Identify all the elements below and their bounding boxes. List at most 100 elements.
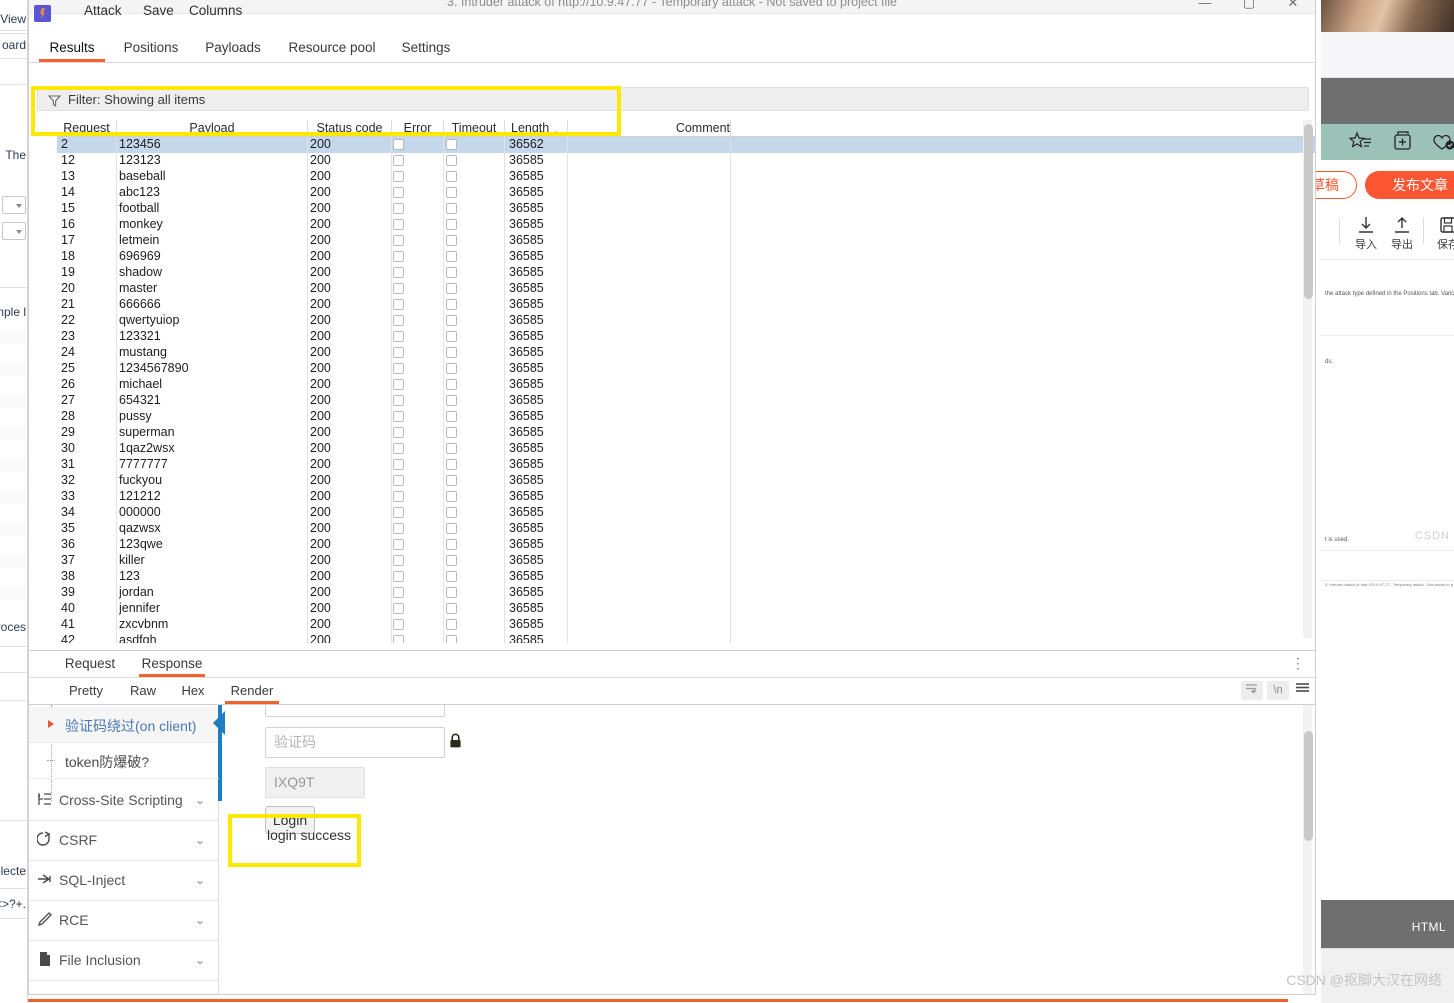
table-row[interactable]: 16 monkey 200 36585	[57, 217, 1315, 233]
table-row[interactable]: 24 mustang 200 36585	[57, 345, 1315, 361]
error-checkbox[interactable]	[393, 635, 404, 643]
tab-hex[interactable]: Hex	[171, 678, 215, 704]
col-header-error[interactable]: Error	[392, 120, 444, 137]
col-header-status-code[interactable]: Status code	[308, 120, 392, 137]
table-row[interactable]: 12 123123 200 36585	[57, 153, 1315, 169]
error-checkbox[interactable]	[393, 523, 404, 534]
table-row[interactable]: 41 zxcvbnm 200 36585	[57, 617, 1315, 633]
error-checkbox[interactable]	[393, 219, 404, 230]
bg-dropdown-1[interactable]	[2, 196, 26, 214]
menu-icon[interactable]	[1291, 681, 1313, 700]
wrap-lines-icon[interactable]	[1241, 681, 1263, 700]
table-row[interactable]: 2 123456 200 36562	[57, 137, 1315, 153]
error-checkbox[interactable]	[393, 459, 404, 470]
error-checkbox[interactable]	[393, 395, 404, 406]
col-header-payload[interactable]: Payload	[117, 120, 308, 137]
bg-dropdown-2[interactable]	[2, 222, 26, 240]
table-row[interactable]: 26 michael 200 36585	[57, 377, 1315, 393]
menu-attack[interactable]: Attack	[84, 3, 122, 18]
close-button[interactable]: ✕	[1271, 0, 1315, 14]
table-row[interactable]: 19 shadow 200 36585	[57, 265, 1315, 281]
error-checkbox[interactable]	[393, 139, 404, 150]
error-checkbox[interactable]	[393, 155, 404, 166]
table-row[interactable]: 23 123321 200 36585	[57, 329, 1315, 345]
error-checkbox[interactable]	[393, 299, 404, 310]
timeout-checkbox[interactable]	[446, 203, 457, 214]
timeout-checkbox[interactable]	[446, 475, 457, 486]
timeout-checkbox[interactable]	[446, 331, 457, 342]
table-row[interactable]: 13 baseball 200 36585	[57, 169, 1315, 185]
timeout-checkbox[interactable]	[446, 395, 457, 406]
nav-token-bruteforce[interactable]: token防爆破?	[29, 743, 219, 779]
tab-results[interactable]: Results	[39, 33, 105, 62]
table-row[interactable]: 18 696969 200 36585	[57, 249, 1315, 265]
timeout-checkbox[interactable]	[446, 187, 457, 198]
timeout-checkbox[interactable]	[446, 155, 457, 166]
error-checkbox[interactable]	[393, 347, 404, 358]
table-row[interactable]: 22 qwertyuiop 200 36585	[57, 313, 1315, 329]
captcha-input[interactable]: 验证码	[265, 727, 445, 758]
nav-group-xss[interactable]: Cross-Site Scripting ⌄	[29, 781, 219, 821]
timeout-checkbox[interactable]	[446, 235, 457, 246]
maximize-button[interactable]: ▢	[1227, 0, 1271, 14]
panel-options-icon[interactable]: ⋮	[1291, 655, 1305, 672]
table-row[interactable]: 38 123 200 36585	[57, 569, 1315, 585]
timeout-checkbox[interactable]	[446, 219, 457, 230]
tab-pretty[interactable]: Pretty	[57, 678, 115, 704]
render-scrollbar-thumb[interactable]	[1304, 731, 1313, 841]
error-checkbox[interactable]	[393, 203, 404, 214]
error-checkbox[interactable]	[393, 315, 404, 326]
save-draft-button[interactable]: 存草稿	[1316, 171, 1357, 199]
error-checkbox[interactable]	[393, 491, 404, 502]
timeout-checkbox[interactable]	[446, 379, 457, 390]
nav-captcha-bypass[interactable]: 验证码绕过(on client)	[29, 707, 219, 743]
error-checkbox[interactable]	[393, 475, 404, 486]
timeout-checkbox[interactable]	[446, 539, 457, 550]
table-row[interactable]: 21 666666 200 36585	[57, 297, 1315, 313]
tab-positions[interactable]: Positions	[113, 33, 189, 62]
error-checkbox[interactable]	[393, 539, 404, 550]
nav-group-file-inclusion[interactable]: File Inclusion ⌄	[29, 941, 219, 981]
timeout-checkbox[interactable]	[446, 267, 457, 278]
table-row[interactable]: 35 qazwsx 200 36585	[57, 521, 1315, 537]
table-row[interactable]: 37 killer 200 36585	[57, 553, 1315, 569]
nav-group-rce[interactable]: RCE ⌄	[29, 901, 219, 941]
timeout-checkbox[interactable]	[446, 459, 457, 470]
tab-response[interactable]: Response	[133, 651, 211, 677]
table-scrollbar-thumb[interactable]	[1304, 124, 1313, 299]
error-checkbox[interactable]	[393, 603, 404, 614]
table-row[interactable]: 25 1234567890 200 36585	[57, 361, 1315, 377]
table-row[interactable]: 33 121212 200 36585	[57, 489, 1315, 505]
error-checkbox[interactable]	[393, 171, 404, 182]
error-checkbox[interactable]	[393, 507, 404, 518]
tab-request[interactable]: Request	[57, 651, 123, 677]
error-checkbox[interactable]	[393, 251, 404, 262]
col-header-request[interactable]: Request	[57, 120, 117, 137]
minimize-button[interactable]: —	[1183, 0, 1227, 14]
menu-save[interactable]: Save	[143, 3, 174, 18]
table-row[interactable]: 17 letmein 200 36585	[57, 233, 1315, 249]
export-button[interactable]: 导出	[1385, 214, 1419, 252]
error-checkbox[interactable]	[393, 571, 404, 582]
tab-settings[interactable]: Settings	[391, 33, 461, 62]
tab-resource-pool[interactable]: Resource pool	[277, 33, 387, 62]
timeout-checkbox[interactable]	[446, 635, 457, 643]
newline-icon[interactable]: \n	[1267, 681, 1289, 700]
timeout-checkbox[interactable]	[446, 603, 457, 614]
menu-columns[interactable]: Columns	[189, 3, 242, 18]
error-checkbox[interactable]	[393, 267, 404, 278]
timeout-checkbox[interactable]	[446, 443, 457, 454]
timeout-checkbox[interactable]	[446, 251, 457, 262]
error-checkbox[interactable]	[393, 587, 404, 598]
timeout-checkbox[interactable]	[446, 139, 457, 150]
error-checkbox[interactable]	[393, 411, 404, 422]
col-header-comment[interactable]: Comment	[568, 120, 731, 137]
table-row[interactable]: 30 1qaz2wsx 200 36585	[57, 441, 1315, 457]
timeout-checkbox[interactable]	[446, 523, 457, 534]
table-row[interactable]: 32 fuckyou 200 36585	[57, 473, 1315, 489]
table-row[interactable]: 40 jennifer 200 36585	[57, 601, 1315, 617]
table-row[interactable]: 28 pussy 200 36585	[57, 409, 1315, 425]
table-row[interactable]: 36 123qwe 200 36585	[57, 537, 1315, 553]
timeout-checkbox[interactable]	[446, 427, 457, 438]
timeout-checkbox[interactable]	[446, 491, 457, 502]
